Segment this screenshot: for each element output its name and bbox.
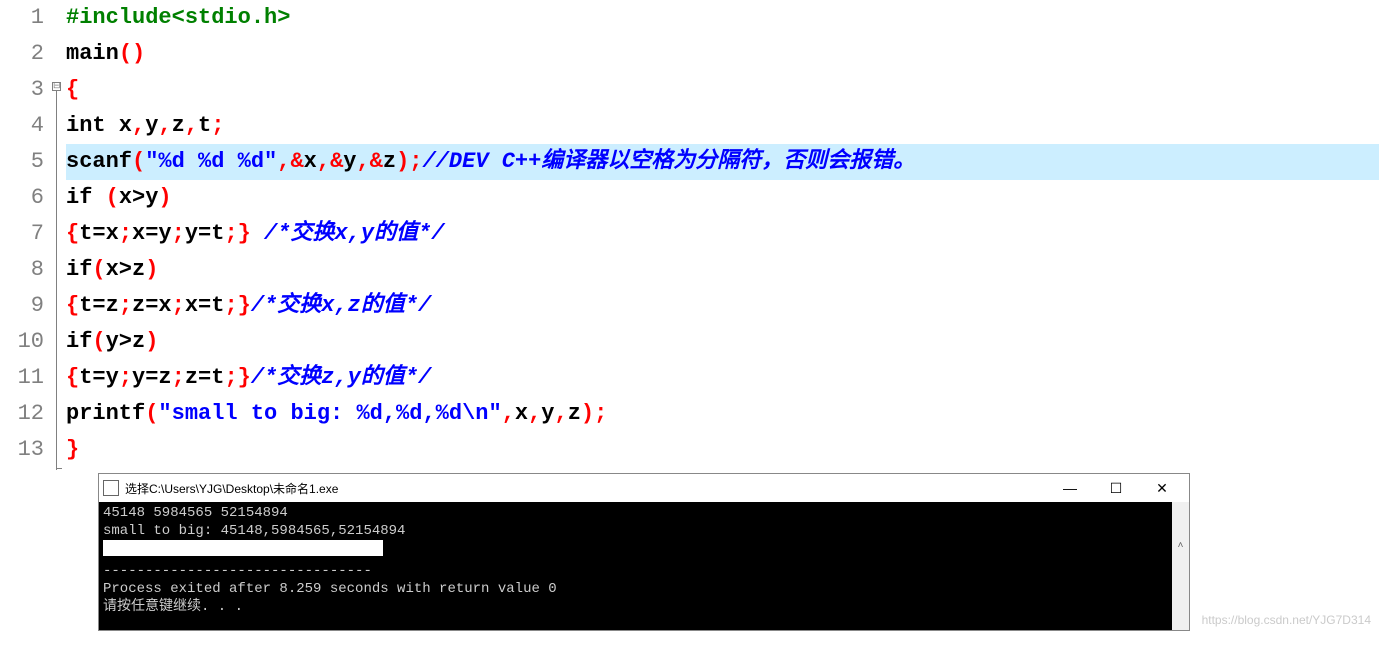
code-line: {t=z;z=x;x=t;}/*交换x,z的值*/ [66, 288, 1379, 324]
code-line: if (x>y) [66, 180, 1379, 216]
console-line: -------------------------------- [103, 563, 372, 579]
scroll-up-icon[interactable]: ˄ [1172, 538, 1189, 555]
line-number: 2 [0, 36, 44, 72]
paren: () [119, 41, 145, 66]
fold-guide-end [56, 468, 62, 469]
code-line: printf("small to big: %d,%d,%d\n",x,y,z)… [66, 396, 1379, 432]
keyword: if [66, 257, 92, 282]
line-number: 8 [0, 252, 44, 288]
comment: /*交换x,y的值*/ [251, 221, 445, 246]
console-window: 选择C:\Users\YJG\Desktop\未命名1.exe — ☐ ✕ 45… [98, 473, 1190, 631]
identifier: printf [66, 401, 145, 426]
code-line: } [66, 432, 1379, 468]
code-line: if(y>z) [66, 324, 1379, 360]
line-number: 10 [0, 324, 44, 360]
line-number: 13 [0, 432, 44, 468]
console-app-icon [103, 480, 119, 496]
code-area[interactable]: #include<stdio.h> main() { int x,y,z,t; … [66, 0, 1379, 468]
console-output[interactable]: 45148 5984565 52154894 small to big: 451… [99, 502, 1189, 630]
comment: /*交换x,z的值*/ [251, 293, 431, 318]
line-number: 7 [0, 216, 44, 252]
comment: /*交换z,y的值*/ [251, 365, 431, 390]
line-number: 12 [0, 396, 44, 432]
keyword: if [66, 185, 92, 210]
console-titlebar[interactable]: 选择C:\Users\YJG\Desktop\未命名1.exe — ☐ ✕ [99, 474, 1189, 502]
code-line: {t=y;y=z;z=t;}/*交换z,y的值*/ [66, 360, 1379, 396]
console-line: Process exited after 8.259 seconds with … [103, 581, 557, 597]
code-line: {t=x;x=y;y=t;} /*交换x,y的值*/ [66, 216, 1379, 252]
identifier: main [66, 41, 119, 66]
line-number: 3 [0, 72, 44, 108]
string-literal: "%d %d %d" [145, 149, 277, 174]
brace: } [66, 437, 79, 462]
keyword: int [66, 113, 106, 138]
brace: { [66, 77, 79, 102]
code-line-highlighted: scanf("%d %d %d",&x,&y,&z);//DEV C++编译器以… [66, 144, 1379, 180]
code-line: { [66, 72, 1379, 108]
line-number: 5 [0, 144, 44, 180]
close-button[interactable]: ✕ [1139, 474, 1185, 502]
code-line: int x,y,z,t; [66, 108, 1379, 144]
code-editor: 1 2 3 4 5 6 7 8 9 10 11 12 13 ⊟ #include… [0, 0, 1379, 468]
code-line: if(x>z) [66, 252, 1379, 288]
console-selection [103, 540, 383, 556]
line-number: 4 [0, 108, 44, 144]
code-line: main() [66, 36, 1379, 72]
console-line: small to big: 45148,5984565,52154894 [103, 523, 405, 539]
identifier: scanf [66, 149, 132, 174]
line-number: 11 [0, 360, 44, 396]
line-number-gutter: 1 2 3 4 5 6 7 8 9 10 11 12 13 [0, 0, 50, 468]
fold-column: ⊟ [50, 0, 66, 468]
line-number: 6 [0, 180, 44, 216]
watermark: https://blog.csdn.net/YJG7D314 [1202, 613, 1371, 627]
minimize-button[interactable]: — [1047, 474, 1093, 502]
keyword: if [66, 329, 92, 354]
console-title: 选择C:\Users\YJG\Desktop\未命名1.exe [125, 480, 1047, 497]
fold-guide-line [56, 90, 57, 470]
code-line: #include<stdio.h> [66, 0, 1379, 36]
comment: //DEV C++编译器以空格为分隔符，否则会报错。 [422, 149, 915, 174]
console-line: 请按任意键继续. . . [103, 599, 243, 615]
line-number: 1 [0, 0, 44, 36]
console-line: 45148 5984565 52154894 [103, 505, 288, 521]
preproc-directive: #include<stdio.h> [66, 5, 290, 30]
string-literal: "small to big: %d,%d,%d\n" [158, 401, 501, 426]
vertical-scrollbar[interactable]: ˄ [1172, 502, 1189, 630]
maximize-button[interactable]: ☐ [1093, 474, 1139, 502]
line-number: 9 [0, 288, 44, 324]
